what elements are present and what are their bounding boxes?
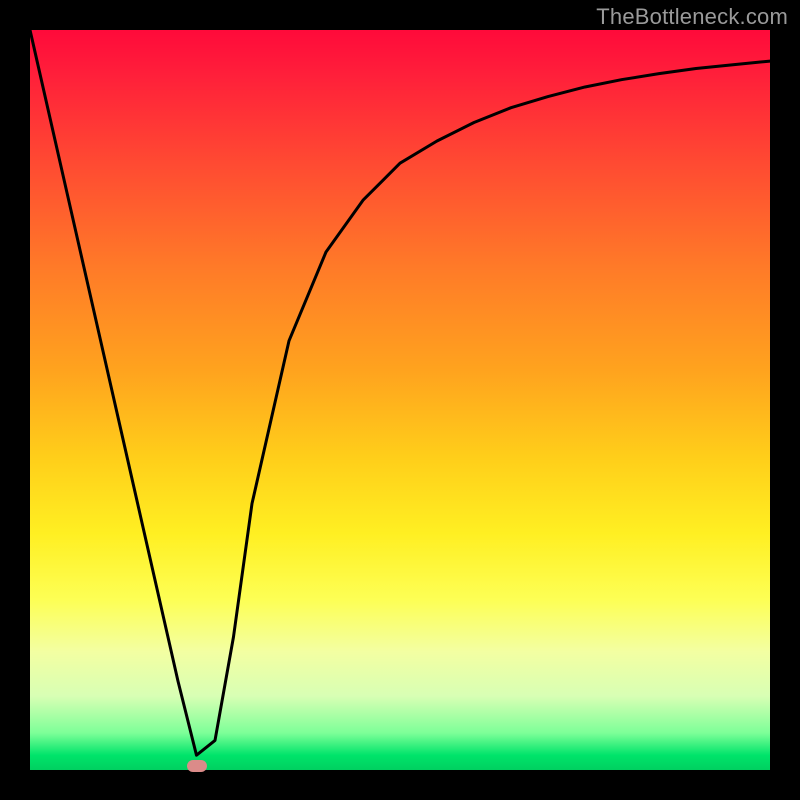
watermark-text: TheBottleneck.com <box>596 4 788 30</box>
chart-frame: TheBottleneck.com <box>0 0 800 800</box>
minimum-marker <box>187 760 207 772</box>
bottleneck-curve <box>30 30 770 770</box>
plot-area <box>30 30 770 770</box>
